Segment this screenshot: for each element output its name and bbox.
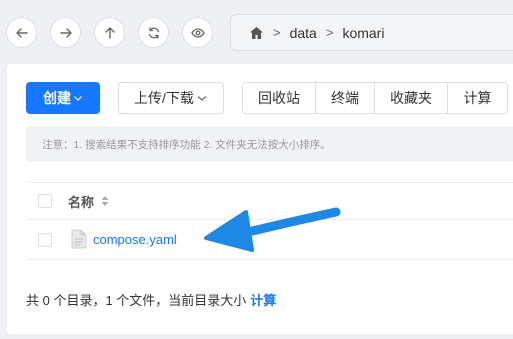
view-toggle-button[interactable] <box>182 17 213 48</box>
select-all-checkbox[interactable] <box>38 194 52 208</box>
chevron-down-icon <box>74 96 82 101</box>
favorites-button[interactable]: 收藏夹 <box>375 83 448 113</box>
home-icon[interactable] <box>249 26 264 40</box>
file-icon <box>71 229 87 249</box>
table-row[interactable]: compose.yaml <box>26 220 513 260</box>
file-name-link[interactable]: compose.yaml <box>93 232 177 247</box>
path-segment-komari[interactable]: komari <box>342 25 384 41</box>
arrow-left-icon <box>15 27 28 38</box>
summary-text: 共 0 个目录，1 个文件，当前目录大小 <box>26 293 247 308</box>
up-button[interactable] <box>94 17 125 48</box>
path-separator: > <box>325 25 334 40</box>
refresh-icon <box>148 26 159 39</box>
recycle-bin-button[interactable]: 回收站 <box>243 83 316 113</box>
calculate-button[interactable]: 计算 <box>448 83 507 113</box>
directory-summary: 共 0 个目录，1 个文件，当前目录大小 计算 <box>26 290 276 309</box>
arrow-right-icon <box>59 27 72 38</box>
notice-banner: 注意：1. 搜索结果不支持排序功能 2. 文件夹无法按大小排序。 <box>26 126 513 162</box>
path-separator: > <box>273 25 281 40</box>
name-column-header[interactable]: 名称 <box>68 192 110 211</box>
create-button-label: 创建 <box>43 90 71 106</box>
name-column-label: 名称 <box>68 194 95 210</box>
chevron-down-icon <box>197 96 207 101</box>
calculate-size-link[interactable]: 计算 <box>250 293 276 308</box>
upload-download-button[interactable]: 上传/下载 <box>118 82 224 114</box>
row-checkbox[interactable] <box>38 232 52 247</box>
sort-icon[interactable] <box>100 195 110 207</box>
table-header: 名称 <box>26 182 513 220</box>
path-bar[interactable]: > data > komari <box>230 14 513 51</box>
terminal-button[interactable]: 终端 <box>316 83 375 113</box>
path-segment-data[interactable]: data <box>290 25 317 41</box>
refresh-button[interactable] <box>138 17 169 48</box>
upload-download-label: 上传/下载 <box>134 90 194 106</box>
forward-button[interactable] <box>50 17 81 48</box>
create-button[interactable]: 创建 <box>26 82 100 114</box>
file-manager-panel: 创建 上传/下载 回收站 终端 收藏夹 计算 注意：1. 搜索结果不支持排序功能… <box>7 64 513 334</box>
arrow-up-icon <box>104 26 115 39</box>
eye-icon <box>190 27 205 38</box>
back-button[interactable] <box>6 17 37 48</box>
action-button-group: 回收站 终端 收藏夹 计算 <box>242 82 508 114</box>
